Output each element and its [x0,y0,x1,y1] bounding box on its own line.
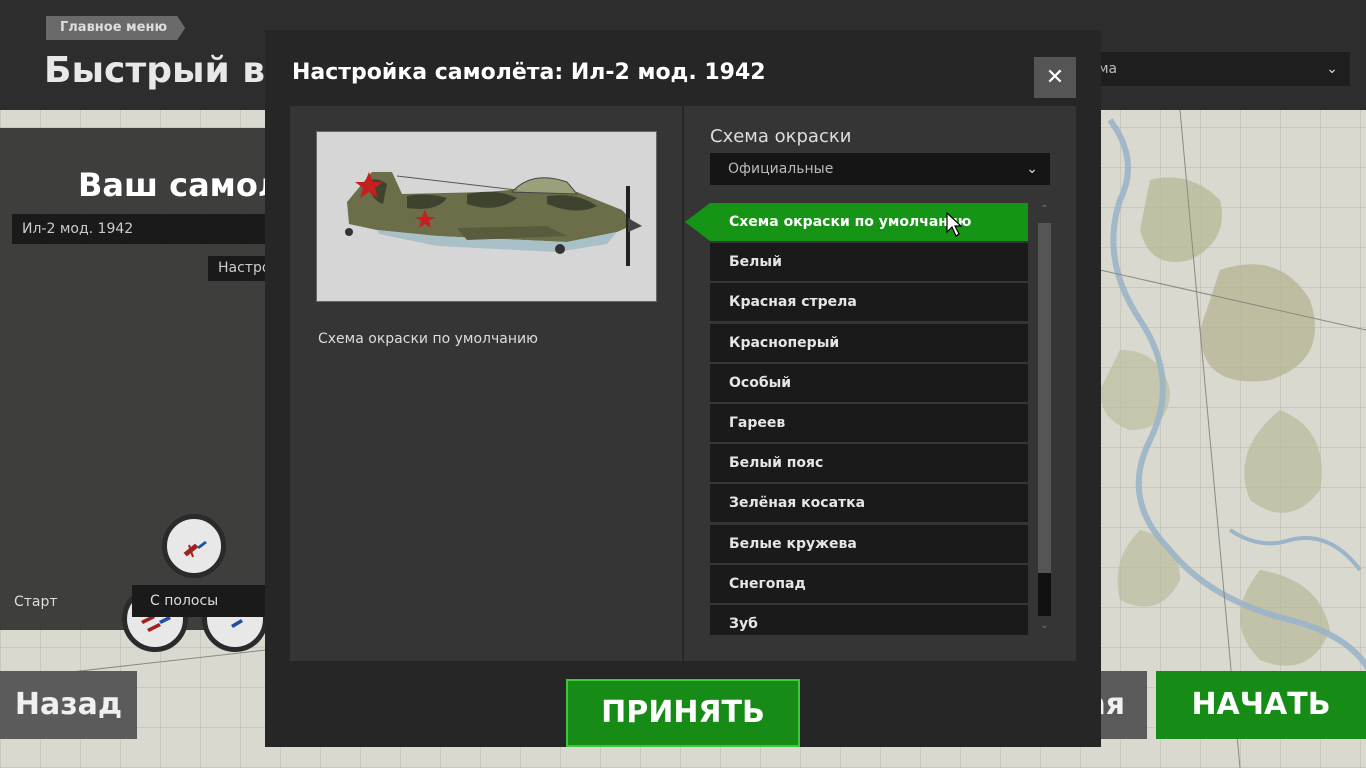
breadcrumb-main-menu[interactable]: Главное меню [46,16,185,40]
top-dropdown[interactable]: ма ⌄ [1080,52,1350,86]
chevron-down-icon: ⌄ [1326,61,1338,77]
skin-item[interactable]: Особый [710,363,1028,402]
scheme-label: Схема окраски [710,126,852,147]
plane-icon [183,541,207,558]
setup-button[interactable]: Настроить [208,256,266,281]
skin-item[interactable]: Белые кружева [710,524,1028,563]
skin-list: Схема окраски по умолчанию Белый Красная… [710,203,1028,635]
plane-dropdown[interactable]: Ил-2 мод. 1942 [12,214,266,244]
skin-item[interactable]: Снегопад [710,564,1028,603]
scheme-category-value: Официальные [728,161,834,177]
aircraft-illustration [345,172,642,266]
skin-item[interactable]: Зелёная косатка [710,484,1028,523]
scroll-up-icon[interactable]: ⌃ [1038,202,1051,218]
start-label: Старт [14,594,58,610]
close-button[interactable]: ✕ [1034,57,1076,98]
selection-arrow-icon [685,203,710,241]
skin-item[interactable]: Зуб [710,604,1028,635]
skin-item[interactable]: Белый [710,243,1028,282]
skin-item[interactable]: Красная стрела [710,283,1028,322]
aircraft-setup-dialog: Настройка самолёта: Ил-2 мод. 1942 ✕ Схе… [265,30,1101,747]
secondary-button-label: ая [1100,687,1125,722]
aircraft-panel: Ваш самолёт Ил-2 мод. 1942 Настроить Ста… [0,128,322,652]
scrollbar[interactable] [1038,223,1051,616]
secondary-button[interactable]: ая [1100,671,1147,739]
start-button[interactable]: НАЧАТЬ [1156,671,1366,739]
skin-item-default[interactable]: Схема окраски по умолчанию [710,203,1028,241]
dialog-title: Настройка самолёта: Ил-2 мод. 1942 [292,60,766,85]
start-dropdown[interactable]: С полосы [132,585,266,617]
skin-selection-pane: Схема окраски Официальные ⌄ Схема окраск… [684,106,1076,661]
back-button[interactable]: Назад [0,671,137,739]
scheme-category-dropdown[interactable]: Официальные ⌄ [710,153,1050,185]
skin-preview-image [316,131,657,302]
accept-button[interactable]: ПРИНЯТЬ [566,679,800,747]
scrollbar-thumb[interactable] [1038,223,1051,573]
skin-item[interactable]: Белый пояс [710,444,1028,483]
mouse-cursor-icon [946,212,962,237]
close-icon: ✕ [1045,65,1065,90]
flight-group-icon[interactable] [162,514,226,578]
skin-item[interactable]: Гареев [710,403,1028,442]
skin-item[interactable]: Красноперый [710,323,1028,362]
preview-caption: Схема окраски по умолчанию [318,331,538,347]
scroll-down-icon[interactable]: ⌄ [1038,618,1051,634]
chevron-down-icon: ⌄ [1026,161,1038,177]
skin-preview-pane: Схема окраски по умолчанию [290,106,682,661]
